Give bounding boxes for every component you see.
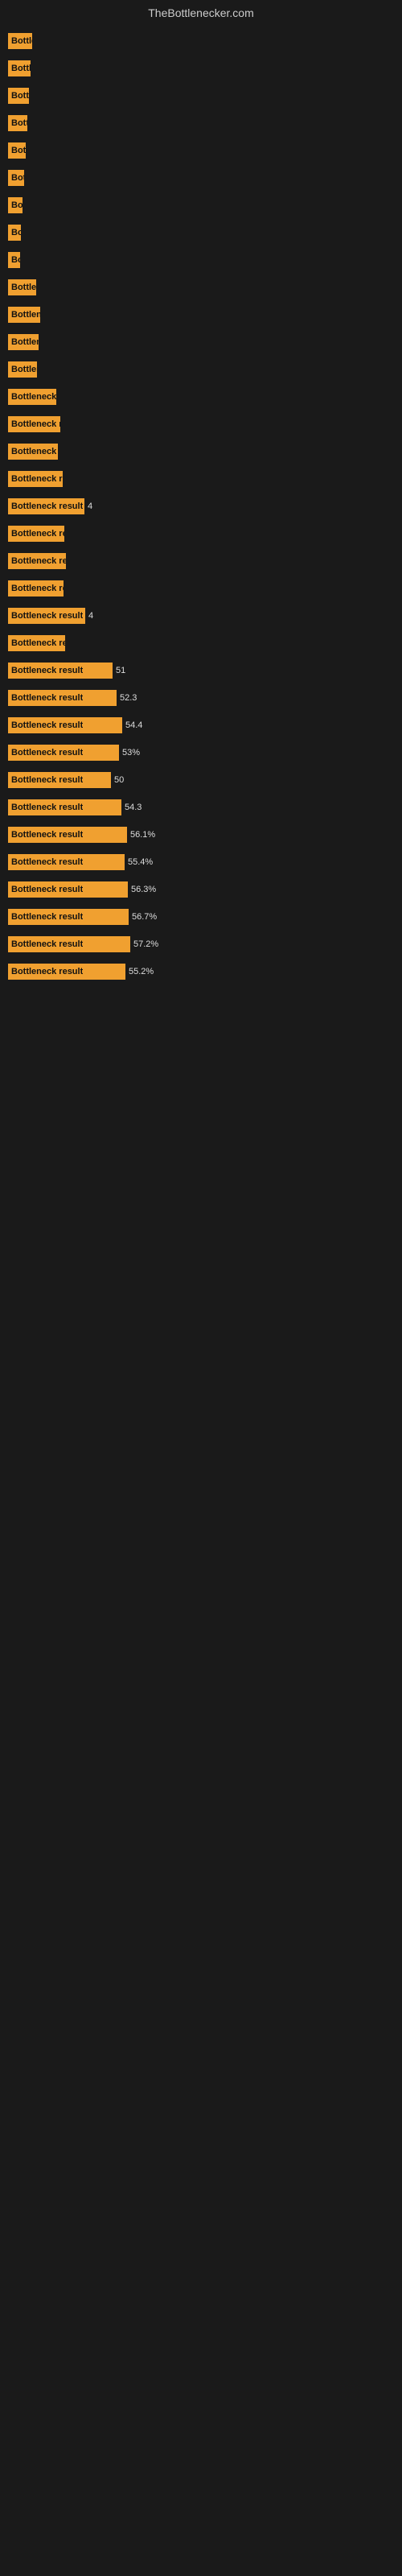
bar-row: Bottleneck result 4 [8, 497, 394, 515]
bar-label: Bottleneck result [10, 912, 83, 922]
bar-value: 55.4% [128, 857, 153, 867]
bar-label: Bottleneck resu [10, 36, 32, 46]
bar-row: Bottleneck result [8, 634, 394, 652]
bar-value: 51 [116, 666, 125, 675]
bar-value: 50 [114, 775, 124, 785]
bar-row: Bottleneck result 55.4% [8, 853, 394, 871]
bar-row: Bottleneck result 50 [8, 771, 394, 789]
bar-label: Bottleneck resu [10, 255, 20, 265]
bar-row: Bottleneck result [8, 470, 394, 488]
bar-row: Bottleneck result 56.7% [8, 908, 394, 926]
bar-value: 56.3% [131, 885, 156, 894]
bar-row: Bottleneck resu [8, 87, 394, 105]
bar-label: Bottleneck result [10, 283, 36, 292]
bar-row: Bottleneck resu [8, 169, 394, 187]
bar-label: Bottleneck resu [10, 91, 29, 101]
bar-label: Bottleneck result [10, 447, 58, 456]
bar-label: Bottleneck resu [10, 173, 24, 183]
bar-row: Bottleneck result 55.2% [8, 963, 394, 980]
bar-label: Bottleneck result [10, 502, 83, 511]
bar-row: Bottleneck resu [8, 251, 394, 269]
bar-label: Bottleneck resu [10, 118, 27, 128]
bar-row: Bottleneck result [8, 306, 394, 324]
bar-value: 4 [88, 502, 92, 511]
bar-label: Bottleneck result [10, 666, 83, 675]
bar-label: Bottleneck result [10, 611, 83, 621]
bar-row: Bottleneck result 4 [8, 607, 394, 625]
bar-row: Bottleneck result [8, 279, 394, 296]
bar-row: Bottleneck result 53% [8, 744, 394, 762]
bar-row: Bottleneck result [8, 443, 394, 460]
bar-label: Bottleneck result [10, 748, 83, 758]
site-title: TheBottlenecker.com [148, 6, 254, 19]
bar-row: Bottleneck resu [8, 60, 394, 77]
bar-label: Bottleneck resu [10, 64, 31, 73]
bar-row: Bottleneck result 54.3 [8, 799, 394, 816]
bar-row: Bottleneck result [8, 552, 394, 570]
page-header: TheBottlenecker.com [0, 0, 402, 29]
bar-label: Bottleneck result [10, 638, 65, 648]
bar-label: Bottleneck result [10, 529, 64, 539]
bar-row: Bottleneck resu [8, 32, 394, 50]
bar-row: Bottleneck resu [8, 114, 394, 132]
bar-row: Bottleneck resu [8, 224, 394, 242]
bar-row: Bottleneck result 51 [8, 662, 394, 679]
bar-value: 4 [88, 611, 93, 621]
chart-container: Bottleneck resu Bottleneck resu Bottleneck… [0, 29, 402, 993]
bar-row: Bottleneck result [8, 525, 394, 543]
bar-label: Bottleneck resu [10, 200, 23, 210]
bar-label: Bottleneck result [10, 556, 66, 566]
bar-label: Bottleneck result [10, 310, 40, 320]
bar-row: Bottleneck result [8, 580, 394, 597]
bar-label: Bottleneck result [10, 474, 63, 484]
bar-label: Bottleneck result [10, 365, 37, 374]
bar-value: 55.2% [129, 967, 154, 976]
bar-row: Bottleneck result [8, 388, 394, 406]
bar-value: 56.7% [132, 912, 157, 922]
bar-value: 52.3 [120, 693, 137, 703]
bar-value: 54.3 [125, 803, 142, 812]
bar-value: 54.4 [125, 720, 142, 730]
bar-row: Bottleneck result [8, 361, 394, 378]
bar-value: 57.2% [133, 939, 158, 949]
bar-label: Bottleneck result [10, 775, 83, 785]
bar-label: Bottleneck result [10, 857, 83, 867]
bar-label: Bottleneck result [10, 392, 56, 402]
bar-row: Bottleneck result 54.4 [8, 716, 394, 734]
bar-label: Bottleneck result [10, 693, 83, 703]
bar-label: Bottleneck result [10, 885, 83, 894]
bar-label: Bottleneck result [10, 803, 83, 812]
bar-row: Bottleneck result 57.2% [8, 935, 394, 953]
bar-label: Bottleneck result [10, 830, 83, 840]
bar-value: 53% [122, 748, 140, 758]
bar-label: Bottleneck result [10, 967, 83, 976]
bar-label: Bottleneck result [10, 584, 64, 593]
bar-label: Bottleneck result [10, 419, 60, 429]
bar-row: Bottleneck resu [8, 196, 394, 214]
bar-row: Bottleneck resu [8, 142, 394, 159]
bar-row: Bottleneck result [8, 415, 394, 433]
bar-row: Bottleneck result 52.3 [8, 689, 394, 707]
bar-label: Bottleneck result [10, 720, 83, 730]
bar-value: 56.1% [130, 830, 155, 840]
bar-label: Bottleneck resu [10, 146, 26, 155]
bar-row: Bottleneck result [8, 333, 394, 351]
bar-label: Bottleneck result [10, 939, 83, 949]
bar-row: Bottleneck result 56.1% [8, 826, 394, 844]
bar-label: Bottleneck resu [10, 228, 21, 237]
bar-row: Bottleneck result 56.3% [8, 881, 394, 898]
bar-label: Bottleneck result [10, 337, 39, 347]
